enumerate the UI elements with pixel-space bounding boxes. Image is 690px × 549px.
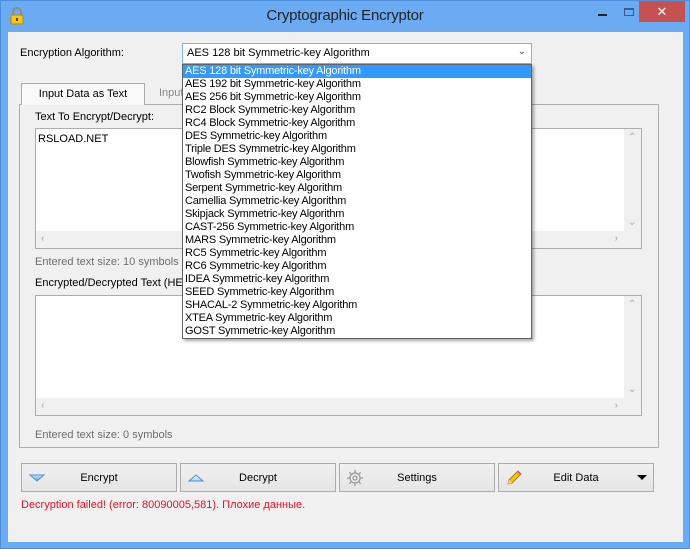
client-area: Encryption Algorithm: AES 128 bit Symmet… bbox=[8, 32, 683, 542]
edit-data-label: Edit Data bbox=[553, 472, 599, 484]
scroll-up-icon[interactable]: ⌃ bbox=[628, 132, 636, 143]
vertical-scrollbar[interactable]: ⌃ ⌄ bbox=[624, 296, 641, 399]
scroll-left-icon[interactable]: ‹ bbox=[41, 400, 44, 411]
scroll-up-icon[interactable]: ⌃ bbox=[628, 299, 636, 310]
encrypt-button[interactable]: Encrypt bbox=[21, 463, 177, 492]
dropdown-option[interactable]: Twofish Symmetric-key Algorithm bbox=[183, 169, 531, 182]
encrypt-label: Encrypt bbox=[80, 472, 118, 484]
dropdown-option[interactable]: Triple DES Symmetric-key Algorithm bbox=[183, 143, 531, 156]
settings-button[interactable]: Settings bbox=[339, 463, 495, 492]
algorithm-selected-value: AES 128 bit Symmetric-key Algorithm bbox=[187, 47, 370, 59]
output-size-status: Entered text size: 0 symbols bbox=[35, 429, 173, 441]
input-text-label: Text To Encrypt/Decrypt: bbox=[35, 111, 155, 123]
settings-label: Settings bbox=[397, 472, 437, 484]
output-text-label: Encrypted/Decrypted Text (HEX): bbox=[35, 277, 197, 289]
algorithm-dropdown-list[interactable]: AES 128 bit Symmetric-key Algorithm AES 1… bbox=[182, 64, 532, 339]
scroll-right-icon[interactable]: › bbox=[615, 233, 618, 244]
dropdown-option[interactable]: SEED Symmetric-key Algorithm bbox=[183, 286, 531, 299]
dropdown-option[interactable]: XTEA Symmetric-key Algorithm bbox=[183, 312, 531, 325]
dropdown-option[interactable]: AES 192 bit Symmetric-key Algorithm bbox=[183, 78, 531, 91]
dropdown-option[interactable]: MARS Symmetric-key Algorithm bbox=[183, 234, 531, 247]
app-window: Cryptographic Encryptor ✕ Encryption Alg… bbox=[0, 0, 690, 549]
dropdown-option[interactable]: RC5 Symmetric-key Algorithm bbox=[183, 247, 531, 260]
window-title: Cryptographic Encryptor bbox=[266, 7, 424, 24]
dropdown-option[interactable]: SHACAL-2 Symmetric-key Algorithm bbox=[183, 299, 531, 312]
close-button[interactable]: ✕ bbox=[639, 1, 685, 22]
algorithm-label: Encryption Algorithm: bbox=[20, 47, 124, 59]
maximize-icon bbox=[624, 7, 634, 16]
dropdown-option[interactable]: RC2 Block Symmetric-key Algorithm bbox=[183, 104, 531, 117]
dropdown-option[interactable]: Skipjack Symmetric-key Algorithm bbox=[183, 208, 531, 221]
dropdown-option[interactable]: Blowfish Symmetric-key Algorithm bbox=[183, 156, 531, 169]
tab-label: Input Data as Text bbox=[38, 88, 128, 100]
decrypt-label: Decrypt bbox=[239, 472, 277, 484]
title-bar[interactable]: Cryptographic Encryptor ✕ bbox=[1, 1, 689, 32]
scrollbar-corner bbox=[624, 231, 641, 248]
decrypt-button[interactable]: Decrypt bbox=[180, 463, 336, 492]
tab-input-text[interactable]: Input Data as Text bbox=[21, 83, 145, 105]
minimize-button[interactable] bbox=[587, 1, 617, 22]
dropdown-option[interactable]: AES 256 bit Symmetric-key Algorithm bbox=[183, 91, 531, 104]
dropdown-option[interactable]: Serpent Symmetric-key Algorithm bbox=[183, 182, 531, 195]
input-text-value: RSLOAD.NET bbox=[38, 133, 109, 145]
chevron-down-icon: ⌄ bbox=[517, 46, 526, 57]
scroll-left-icon[interactable]: ‹ bbox=[41, 233, 44, 244]
scroll-down-icon[interactable]: ⌄ bbox=[628, 217, 636, 228]
dropdown-option[interactable]: RC4 Block Symmetric-key Algorithm bbox=[183, 117, 531, 130]
edit-data-split-button[interactable]: Edit Data bbox=[498, 463, 654, 492]
minimize-icon bbox=[597, 13, 607, 16]
dropdown-option[interactable]: AES 128 bit Symmetric-key Algorithm bbox=[183, 65, 531, 78]
vertical-scrollbar[interactable]: ⌃ ⌄ bbox=[624, 129, 641, 232]
algorithm-select[interactable]: AES 128 bit Symmetric-key Algorithm ⌄ bbox=[182, 43, 532, 64]
dropdown-option[interactable]: DES Symmetric-key Algorithm bbox=[183, 130, 531, 143]
close-icon: ✕ bbox=[656, 3, 668, 19]
scroll-down-icon[interactable]: ⌄ bbox=[628, 384, 636, 395]
scroll-right-icon[interactable]: › bbox=[615, 400, 618, 411]
input-size-status: Entered text size: 10 symbols bbox=[35, 256, 179, 268]
dropdown-option[interactable]: Camellia Symmetric-key Algorithm bbox=[183, 195, 531, 208]
dropdown-option[interactable]: GOST Symmetric-key Algorithm bbox=[183, 325, 531, 338]
scrollbar-corner bbox=[624, 398, 641, 415]
horizontal-scrollbar[interactable]: ‹ › bbox=[36, 398, 624, 415]
dropdown-option[interactable]: RC6 Symmetric-key Algorithm bbox=[183, 260, 531, 273]
dropdown-option[interactable]: IDEA Symmetric-key Algorithm bbox=[183, 273, 531, 286]
error-message: Decryption failed! (error: 80090005,581)… bbox=[21, 499, 306, 511]
tab-label: Input bbox=[159, 87, 184, 99]
dropdown-arrow-icon[interactable] bbox=[637, 475, 647, 480]
dropdown-option[interactable]: CAST-256 Symmetric-key Algorithm bbox=[183, 221, 531, 234]
